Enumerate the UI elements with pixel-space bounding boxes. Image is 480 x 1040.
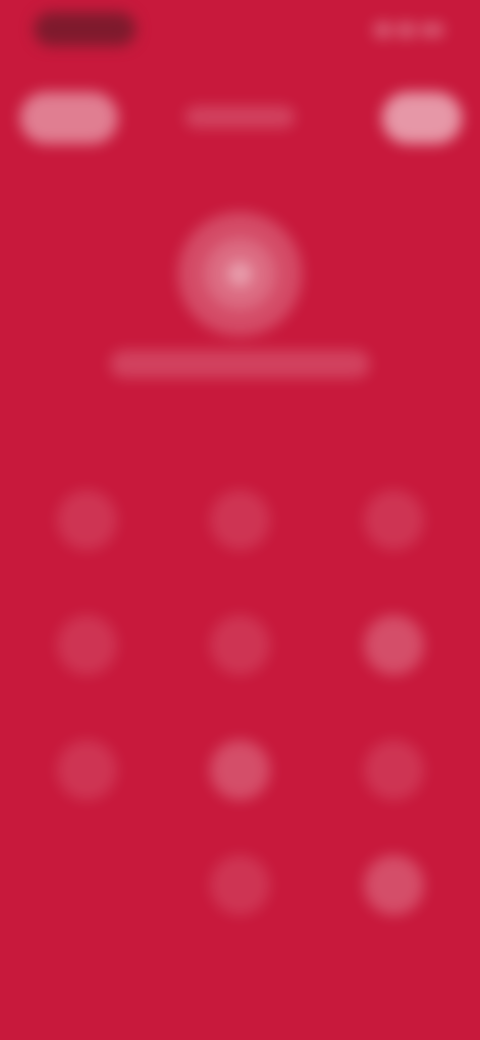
key-8[interactable] bbox=[210, 740, 270, 800]
status-time-pill bbox=[34, 12, 136, 46]
key-4[interactable] bbox=[57, 615, 117, 675]
signal-icon bbox=[374, 22, 392, 38]
key-6[interactable] bbox=[364, 615, 424, 675]
status-time bbox=[34, 12, 136, 46]
key-3[interactable] bbox=[364, 490, 424, 550]
right-top-button[interactable] bbox=[382, 92, 462, 144]
key-2[interactable] bbox=[210, 490, 270, 550]
battery-icon bbox=[420, 23, 444, 37]
record-icon-center-dot bbox=[227, 261, 253, 287]
top-title bbox=[185, 106, 295, 128]
left-top-button[interactable] bbox=[20, 92, 118, 144]
wifi-icon bbox=[397, 22, 415, 38]
key-5[interactable] bbox=[210, 615, 270, 675]
key-action[interactable] bbox=[364, 855, 424, 915]
record-icon bbox=[178, 212, 302, 336]
record-icon-inner-ring bbox=[204, 238, 276, 310]
hero-label bbox=[110, 350, 370, 378]
status-icons bbox=[374, 19, 444, 41]
key-0[interactable] bbox=[210, 855, 270, 915]
key-7[interactable] bbox=[57, 740, 117, 800]
top-controls bbox=[0, 88, 480, 152]
key-9[interactable] bbox=[364, 740, 424, 800]
hero-section bbox=[0, 208, 480, 398]
blurred-lock-screen bbox=[0, 0, 480, 1040]
status-bar bbox=[0, 10, 480, 52]
empty-key-slot bbox=[57, 862, 117, 922]
blur-overlay bbox=[0, 0, 480, 1040]
key-1[interactable] bbox=[57, 490, 117, 550]
keypad bbox=[0, 470, 480, 970]
